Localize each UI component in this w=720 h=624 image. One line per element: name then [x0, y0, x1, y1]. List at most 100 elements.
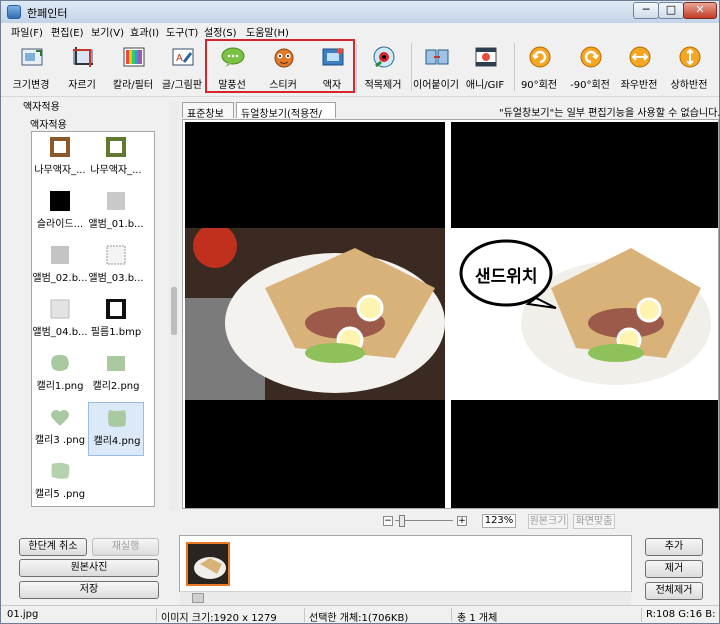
fit-screen-button[interactable]: 화면맞춤 — [573, 514, 615, 529]
preview-after[interactable]: 샌드위치 — [451, 122, 718, 508]
slide-frame-icon — [50, 191, 70, 211]
rotate-ccw-icon — [580, 46, 602, 68]
frame-thumb-wood1[interactable]: 나무액자_... — [32, 132, 88, 186]
status-separator — [156, 608, 157, 622]
remove-button[interactable]: 제거 — [645, 560, 703, 578]
status-bar: 01.jpg 이미지 크기:1920 x 1279 선택한 개체:1(706KB… — [1, 605, 719, 624]
status-filename: 01.jpg — [7, 609, 39, 620]
frame-thumb-film[interactable]: 필름1.bmp — [88, 294, 144, 348]
frame-thumb-name: 나무액자_... — [90, 165, 142, 176]
toolbar: 크기변경 자르기 칼라/필터 A 글/그림판 말풍선 스티커 액자 적목제거 이… — [1, 39, 719, 97]
toolbar-highlight-box — [205, 39, 355, 93]
frame-thumb-calli3[interactable]: 캘리3 .png — [32, 402, 88, 456]
status-image-size: 이미지 크기:1920 x 1279 — [161, 613, 277, 624]
menu-settings[interactable]: 설정(S) — [204, 24, 237, 39]
menu-tools[interactable]: 도구(T) — [166, 24, 198, 39]
frame-thumb-calli2[interactable]: 캘리2.png — [88, 348, 144, 402]
menu-effects[interactable]: 효과(I) — [130, 24, 159, 39]
status-separator — [304, 608, 305, 622]
tab-dual-view[interactable]: 듀얼창보기(적용전/후) — [236, 102, 336, 135]
menu-file[interactable]: 파일(F) — [11, 24, 43, 39]
color-filter-icon — [123, 47, 145, 67]
filmstrip-scroll-thumb[interactable] — [192, 593, 204, 603]
flip-vertical-button[interactable]: 상하반전 — [663, 39, 715, 95]
brush-frame-icon — [108, 410, 126, 427]
red-eye-button[interactable]: 적목제거 — [357, 39, 409, 95]
sandwich-photo-framed — [451, 228, 718, 400]
frame-thumbnail-list[interactable]: 나무액자_... 나무액자_... 슬라이드... 앨범_01.b... 앨범_… — [31, 131, 155, 507]
remove-all-button[interactable]: 전체제거 — [645, 582, 703, 600]
album-frame-icon — [51, 246, 69, 264]
brush-frame-icon — [51, 410, 69, 426]
album-frame-icon — [106, 245, 126, 265]
frame-thumb-wood2[interactable]: 나무액자_... — [88, 132, 144, 186]
crop-icon — [73, 47, 93, 67]
frame-thumb-name: 캘리1.png — [36, 381, 84, 392]
filmstrip-item[interactable] — [186, 542, 230, 586]
preview-canvas: 샌드위치 — [182, 119, 719, 509]
zoom-out-button[interactable]: − — [383, 516, 393, 526]
frame-thumb-name: 앨범_01.b... — [88, 219, 144, 230]
frame-thumb-name: 앨범_04.b... — [32, 327, 88, 338]
frame-thumb-name: 나무액자_... — [34, 165, 86, 176]
filmstrip-thumbnail — [188, 544, 228, 584]
title-bar[interactable]: 한페인터 ─ □ ✕ — [1, 1, 719, 23]
save-button[interactable]: 저장 — [19, 581, 159, 599]
zoom-slider-thumb[interactable] — [399, 515, 405, 527]
status-rgb: R:108 G:16 B: — [646, 609, 716, 620]
panel-subheading: 액자적용 — [30, 120, 67, 131]
frame-thumb-slide[interactable]: 슬라이드... — [32, 186, 88, 240]
frame-thumb-album02[interactable]: 앨범_02.b... — [32, 240, 88, 294]
frame-thumb-name: 캘리4.png — [93, 436, 141, 447]
film-frame-icon — [106, 299, 126, 319]
frame-thumb-name: 캘리2.png — [92, 381, 140, 392]
resize-icon — [21, 48, 43, 66]
preview-before[interactable] — [185, 122, 445, 508]
undo-button[interactable]: 한단계 취소 — [19, 538, 87, 556]
sandwich-photo — [185, 228, 445, 400]
menu-help[interactable]: 도움말(H) — [246, 24, 289, 39]
frame-thumb-calli4[interactable]: 캘리4.png — [88, 402, 144, 456]
splitter-grip[interactable] — [171, 287, 177, 335]
rotate-cw-icon — [529, 46, 551, 68]
menu-edit[interactable]: 편집(E) — [51, 24, 84, 39]
brush-frame-icon — [107, 356, 125, 371]
menu-bar: 파일(F) 편집(E) 보기(V) 효과(I) 도구(T) 설정(S) 도움말(… — [1, 23, 719, 39]
frame-thumb-name: 앨범_02.b... — [32, 273, 88, 284]
menu-view[interactable]: 보기(V) — [91, 24, 124, 39]
frame-thumb-name: 캘리3 .png — [34, 435, 86, 446]
gif-button[interactable]: 애니/GIF — [459, 39, 511, 95]
status-selected: 선택한 개체:1(706KB) — [309, 613, 409, 624]
frame-thumb-calli1[interactable]: 캘리1.png — [32, 348, 88, 402]
text-paint-icon: A — [172, 48, 194, 66]
status-separator — [641, 608, 642, 622]
frame-thumb-name: 필름1.bmp — [90, 327, 142, 338]
redo-button[interactable]: 재실행 — [92, 538, 159, 556]
original-photo-button[interactable]: 원본사진 — [19, 559, 159, 577]
red-eye-icon — [373, 46, 395, 68]
frame-thumb-album03[interactable]: 앨범_03.b... — [88, 240, 144, 294]
close-button[interactable]: ✕ — [683, 2, 717, 19]
status-total: 총 1 개체 — [457, 613, 498, 624]
svg-text:A: A — [176, 53, 183, 64]
filmstrip-scrollbar[interactable] — [180, 591, 631, 605]
zoom-in-button[interactable]: + — [457, 516, 467, 526]
app-icon — [7, 5, 21, 19]
minimize-button[interactable]: ─ — [633, 2, 659, 19]
zoom-level: 123% — [482, 514, 516, 528]
wood-frame-icon — [50, 137, 70, 157]
frame-thumb-name: 캘리5 .png — [34, 489, 86, 500]
tab-standard-view[interactable]: 표준창보기 — [182, 102, 234, 135]
dual-view-notice: "듀얼창보기"는 일부 편집기능을 사용할 수 없습니다. — [499, 108, 720, 119]
add-button[interactable]: 추가 — [645, 538, 703, 556]
maximize-button[interactable]: □ — [658, 2, 684, 19]
gif-icon — [475, 47, 497, 67]
flip-horizontal-icon — [629, 46, 651, 68]
original-size-button[interactable]: 원본크기 — [528, 514, 568, 529]
frame-thumb-calli5[interactable]: 캘리5 .png — [32, 456, 88, 506]
wood-frame-icon — [106, 137, 126, 157]
frame-thumb-album01[interactable]: 앨범_01.b... — [88, 186, 144, 240]
frame-thumb-album04[interactable]: 앨범_04.b... — [32, 294, 88, 348]
merge-icon — [425, 49, 449, 65]
frame-thumb-name: 앨범_03.b... — [88, 273, 144, 284]
